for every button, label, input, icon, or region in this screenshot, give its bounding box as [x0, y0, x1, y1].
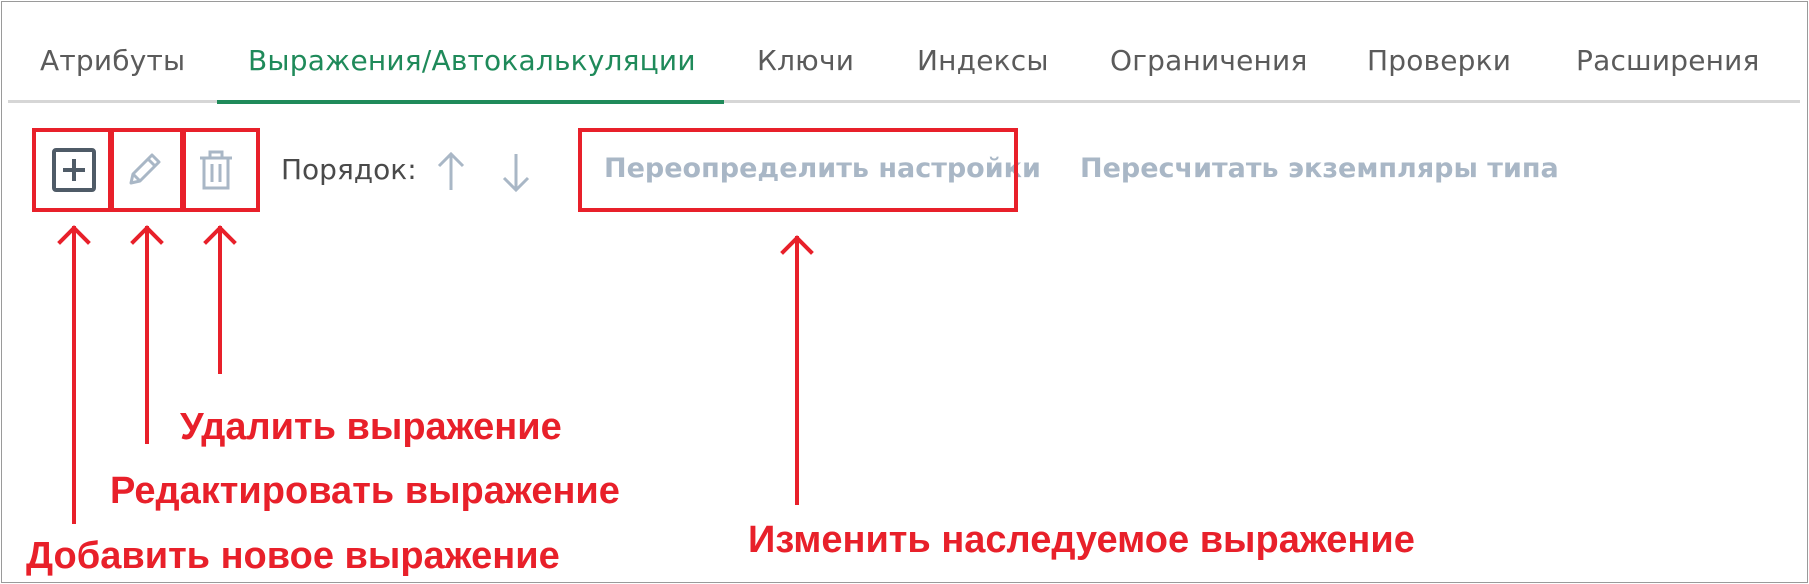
annotation-edit: Редактировать выражение — [110, 470, 620, 512]
annotation-override: Изменить наследуемое выражение — [748, 519, 1415, 561]
annotation-delete: Удалить выражение — [180, 406, 562, 448]
annotation-add: Добавить новое выражение — [26, 535, 560, 577]
